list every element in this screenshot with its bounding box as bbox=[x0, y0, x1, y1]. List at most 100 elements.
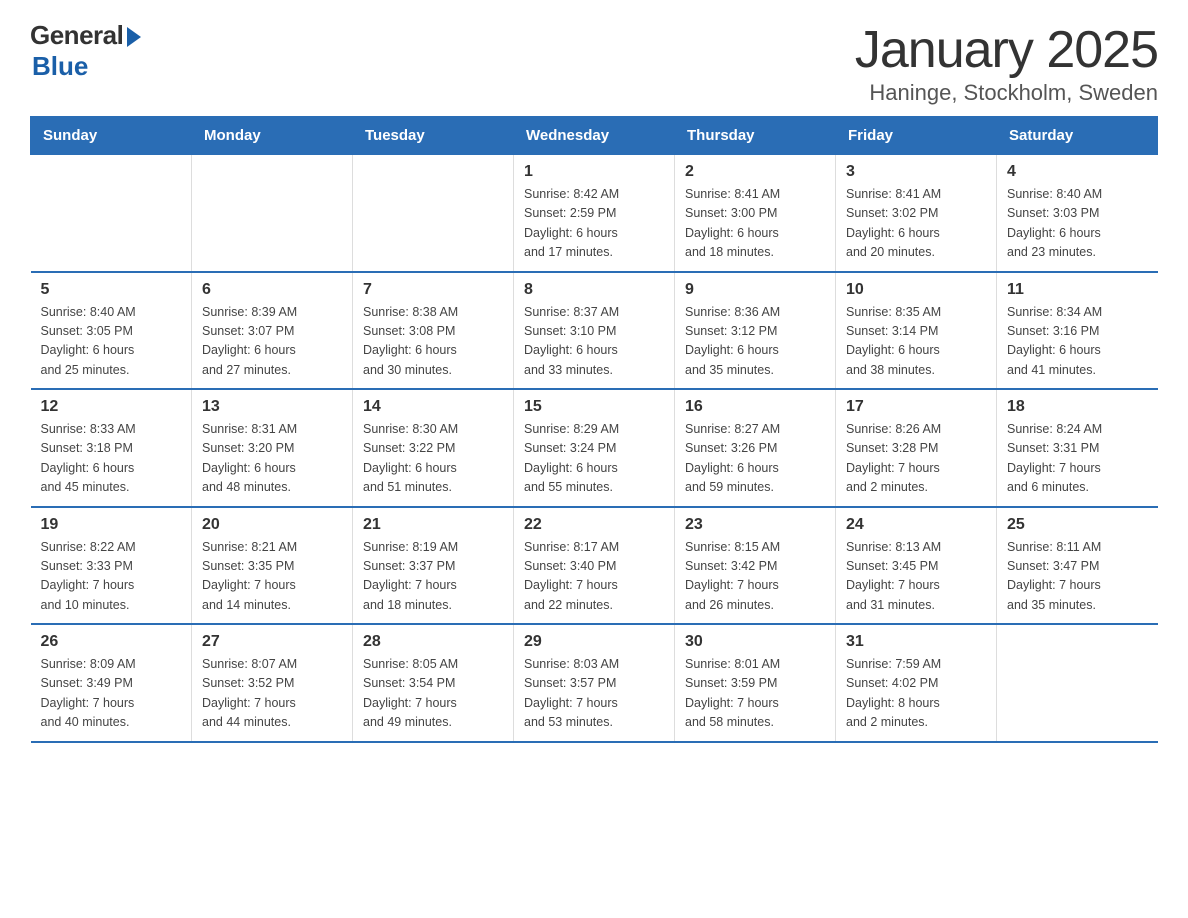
calendar-table: SundayMondayTuesdayWednesdayThursdayFrid… bbox=[30, 116, 1158, 743]
calendar-cell: 19Sunrise: 8:22 AM Sunset: 3:33 PM Dayli… bbox=[31, 507, 192, 625]
calendar-cell: 31 Sunrise: 7:59 AM Sunset: 4:02 PM Dayli… bbox=[836, 624, 997, 742]
header-day-wednesday: Wednesday bbox=[514, 117, 675, 155]
calendar-header-row: SundayMondayTuesdayWednesdayThursdayFrid… bbox=[31, 117, 1158, 155]
calendar-cell: 4Sunrise: 8:40 AM Sunset: 3:03 PM Daylig… bbox=[997, 155, 1158, 272]
day-number: 19 bbox=[41, 516, 182, 534]
day-info: Sunrise: 8:15 AM Sunset: 3:42 PM Dayligh… bbox=[685, 538, 825, 616]
day-number: 18 bbox=[1007, 398, 1148, 416]
calendar-cell: 26 Sunrise: 8:09 AM Sunset: 3:49 PM Dayli… bbox=[31, 624, 192, 742]
day-number: 31 bbox=[846, 633, 986, 651]
day-number: 2 bbox=[685, 163, 825, 181]
day-number: 8 bbox=[524, 281, 664, 299]
header-day-friday: Friday bbox=[836, 117, 997, 155]
calendar-cell: 22Sunrise: 8:17 AM Sunset: 3:40 PM Dayli… bbox=[514, 507, 675, 625]
day-number: 25 bbox=[1007, 516, 1148, 534]
calendar-cell: 21Sunrise: 8:19 AM Sunset: 3:37 PM Dayli… bbox=[353, 507, 514, 625]
day-number: 24 bbox=[846, 516, 986, 534]
day-number: 28 bbox=[363, 633, 503, 651]
day-info: Sunrise: 8:13 AM Sunset: 3:45 PM Dayligh… bbox=[846, 538, 986, 616]
day-info: Sunrise: 7:59 AM Sunset: 4:02 PM Dayligh… bbox=[846, 655, 986, 733]
calendar-cell: 3Sunrise: 8:41 AM Sunset: 3:02 PM Daylig… bbox=[836, 155, 997, 272]
calendar-cell: 23Sunrise: 8:15 AM Sunset: 3:42 PM Dayli… bbox=[675, 507, 836, 625]
day-number: 26 bbox=[41, 633, 182, 651]
calendar-cell: 25 Sunrise: 8:11 AM Sunset: 3:47 PM Dayli… bbox=[997, 507, 1158, 625]
day-number: 27 bbox=[202, 633, 342, 651]
calendar-week-row: 12 Sunrise: 8:33 AM Sunset: 3:18 PM Dayli… bbox=[31, 389, 1158, 507]
calendar-cell: 17 Sunrise: 8:26 AM Sunset: 3:28 PM Dayli… bbox=[836, 389, 997, 507]
calendar-cell: 7 Sunrise: 8:38 AM Sunset: 3:08 PM Daylig… bbox=[353, 272, 514, 390]
calendar-cell: 8 Sunrise: 8:37 AM Sunset: 3:10 PM Daylig… bbox=[514, 272, 675, 390]
day-info: Sunrise: 8:31 AM Sunset: 3:20 PM Dayligh… bbox=[202, 420, 342, 498]
calendar-cell: 13 Sunrise: 8:31 AM Sunset: 3:20 PM Dayli… bbox=[192, 389, 353, 507]
day-number: 10 bbox=[846, 281, 986, 299]
day-number: 15 bbox=[524, 398, 664, 416]
header-day-monday: Monday bbox=[192, 117, 353, 155]
day-number: 13 bbox=[202, 398, 342, 416]
day-info: Sunrise: 8:41 AM Sunset: 3:00 PM Dayligh… bbox=[685, 185, 825, 263]
calendar-cell: 6Sunrise: 8:39 AM Sunset: 3:07 PM Daylig… bbox=[192, 272, 353, 390]
header-day-tuesday: Tuesday bbox=[353, 117, 514, 155]
day-number: 3 bbox=[846, 163, 986, 181]
logo-blue-text: Blue bbox=[32, 51, 88, 82]
day-info: Sunrise: 8:35 AM Sunset: 3:14 PM Dayligh… bbox=[846, 303, 986, 381]
calendar-cell: 9Sunrise: 8:36 AM Sunset: 3:12 PM Daylig… bbox=[675, 272, 836, 390]
calendar-cell: 15 Sunrise: 8:29 AM Sunset: 3:24 PM Dayli… bbox=[514, 389, 675, 507]
day-number: 1 bbox=[524, 163, 664, 181]
day-info: Sunrise: 8:33 AM Sunset: 3:18 PM Dayligh… bbox=[41, 420, 182, 498]
calendar-cell bbox=[997, 624, 1158, 742]
calendar-cell: 18 Sunrise: 8:24 AM Sunset: 3:31 PM Dayli… bbox=[997, 389, 1158, 507]
calendar-cell bbox=[192, 155, 353, 272]
day-info: Sunrise: 8:19 AM Sunset: 3:37 PM Dayligh… bbox=[363, 538, 503, 616]
calendar-cell: 30Sunrise: 8:01 AM Sunset: 3:59 PM Dayli… bbox=[675, 624, 836, 742]
day-number: 5 bbox=[41, 281, 182, 299]
day-info: Sunrise: 8:03 AM Sunset: 3:57 PM Dayligh… bbox=[524, 655, 664, 733]
day-info: Sunrise: 8:38 AM Sunset: 3:08 PM Dayligh… bbox=[363, 303, 503, 381]
day-info: Sunrise: 8:42 AM Sunset: 2:59 PM Dayligh… bbox=[524, 185, 664, 263]
calendar-cell: 2 Sunrise: 8:41 AM Sunset: 3:00 PM Daylig… bbox=[675, 155, 836, 272]
calendar-cell: 12 Sunrise: 8:33 AM Sunset: 3:18 PM Dayli… bbox=[31, 389, 192, 507]
day-number: 6 bbox=[202, 281, 342, 299]
day-number: 17 bbox=[846, 398, 986, 416]
calendar-cell: 1 Sunrise: 8:42 AM Sunset: 2:59 PM Daylig… bbox=[514, 155, 675, 272]
day-number: 20 bbox=[202, 516, 342, 534]
page-header: General Blue January 2025 Haninge, Stock… bbox=[30, 20, 1158, 106]
day-info: Sunrise: 8:07 AM Sunset: 3:52 PM Dayligh… bbox=[202, 655, 342, 733]
day-info: Sunrise: 8:30 AM Sunset: 3:22 PM Dayligh… bbox=[363, 420, 503, 498]
day-info: Sunrise: 8:09 AM Sunset: 3:49 PM Dayligh… bbox=[41, 655, 182, 733]
day-info: Sunrise: 8:21 AM Sunset: 3:35 PM Dayligh… bbox=[202, 538, 342, 616]
calendar-cell: 29 Sunrise: 8:03 AM Sunset: 3:57 PM Dayli… bbox=[514, 624, 675, 742]
day-info: Sunrise: 8:24 AM Sunset: 3:31 PM Dayligh… bbox=[1007, 420, 1148, 498]
day-number: 14 bbox=[363, 398, 503, 416]
day-info: Sunrise: 8:27 AM Sunset: 3:26 PM Dayligh… bbox=[685, 420, 825, 498]
calendar-week-row: 1 Sunrise: 8:42 AM Sunset: 2:59 PM Daylig… bbox=[31, 155, 1158, 272]
logo: General Blue bbox=[30, 20, 141, 82]
calendar-cell: 20 Sunrise: 8:21 AM Sunset: 3:35 PM Dayli… bbox=[192, 507, 353, 625]
day-info: Sunrise: 8:40 AM Sunset: 3:03 PM Dayligh… bbox=[1007, 185, 1148, 263]
calendar-cell: 10 Sunrise: 8:35 AM Sunset: 3:14 PM Dayli… bbox=[836, 272, 997, 390]
logo-arrow-icon bbox=[127, 27, 141, 47]
calendar-week-row: 19Sunrise: 8:22 AM Sunset: 3:33 PM Dayli… bbox=[31, 507, 1158, 625]
day-number: 12 bbox=[41, 398, 182, 416]
calendar-cell: 14 Sunrise: 8:30 AM Sunset: 3:22 PM Dayli… bbox=[353, 389, 514, 507]
day-number: 11 bbox=[1007, 281, 1148, 299]
calendar-subtitle: Haninge, Stockholm, Sweden bbox=[855, 80, 1158, 106]
calendar-cell: 24 Sunrise: 8:13 AM Sunset: 3:45 PM Dayli… bbox=[836, 507, 997, 625]
day-info: Sunrise: 8:01 AM Sunset: 3:59 PM Dayligh… bbox=[685, 655, 825, 733]
day-number: 7 bbox=[363, 281, 503, 299]
title-section: January 2025 Haninge, Stockholm, Sweden bbox=[855, 20, 1158, 106]
day-info: Sunrise: 8:11 AM Sunset: 3:47 PM Dayligh… bbox=[1007, 538, 1148, 616]
calendar-week-row: 5Sunrise: 8:40 AM Sunset: 3:05 PM Daylig… bbox=[31, 272, 1158, 390]
day-info: Sunrise: 8:29 AM Sunset: 3:24 PM Dayligh… bbox=[524, 420, 664, 498]
calendar-cell bbox=[353, 155, 514, 272]
calendar-cell: 27 Sunrise: 8:07 AM Sunset: 3:52 PM Dayli… bbox=[192, 624, 353, 742]
day-info: Sunrise: 8:37 AM Sunset: 3:10 PM Dayligh… bbox=[524, 303, 664, 381]
day-number: 29 bbox=[524, 633, 664, 651]
calendar-cell: 5Sunrise: 8:40 AM Sunset: 3:05 PM Daylig… bbox=[31, 272, 192, 390]
day-info: Sunrise: 8:05 AM Sunset: 3:54 PM Dayligh… bbox=[363, 655, 503, 733]
day-info: Sunrise: 8:26 AM Sunset: 3:28 PM Dayligh… bbox=[846, 420, 986, 498]
day-number: 22 bbox=[524, 516, 664, 534]
header-day-thursday: Thursday bbox=[675, 117, 836, 155]
calendar-cell bbox=[31, 155, 192, 272]
calendar-cell: 11Sunrise: 8:34 AM Sunset: 3:16 PM Dayli… bbox=[997, 272, 1158, 390]
header-day-sunday: Sunday bbox=[31, 117, 192, 155]
